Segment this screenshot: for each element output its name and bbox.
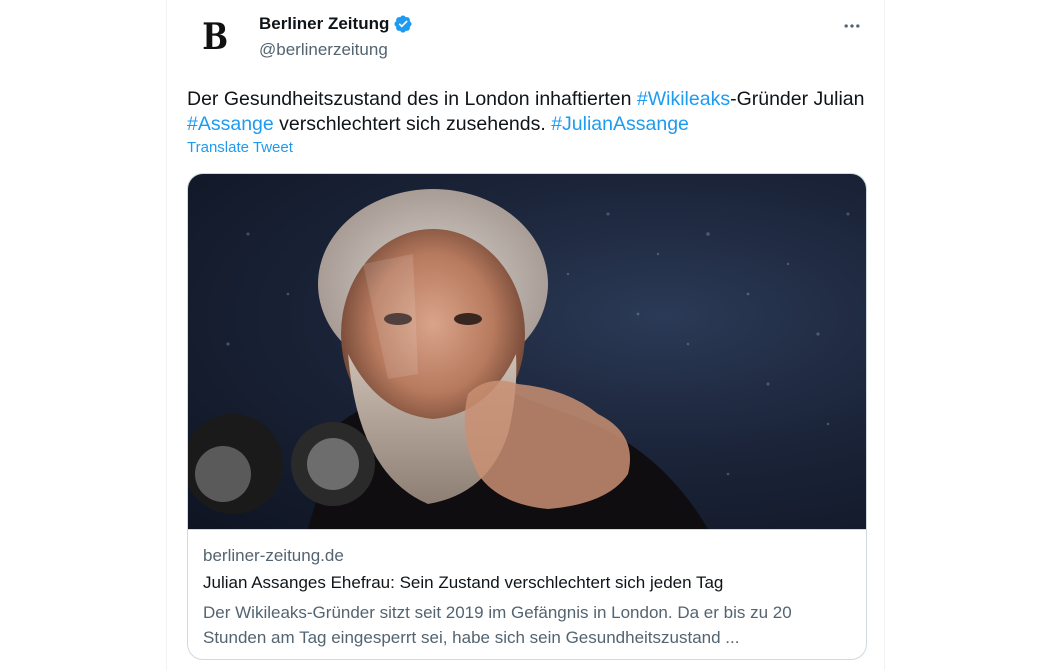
author-name-row: Berliner Zeitung	[259, 14, 413, 34]
card-description: Der Wikileaks-Gründer sitzt seit 2019 im…	[203, 603, 792, 647]
author-handle[interactable]: @berlinerzeitung	[259, 40, 388, 60]
avatar[interactable]: B	[189, 11, 241, 63]
card-photo	[188, 189, 850, 529]
author-name[interactable]: Berliner Zeitung	[259, 14, 389, 34]
card-domain: berliner-zeitung.de	[203, 546, 344, 565]
link-card[interactable]: berliner-zeitung.de Julian Assanges Ehef…	[187, 173, 867, 660]
tweet-container: B Berliner Zeitung @berlinerzeitung Der …	[166, 0, 885, 670]
tweet-text-segment: Der Gesundheitszustand des in London inh…	[187, 88, 637, 110]
hashtag-assange[interactable]: #Assange	[187, 113, 274, 135]
hashtag-wikileaks[interactable]: #Wikileaks	[637, 88, 730, 110]
translate-tweet-link[interactable]: Translate Tweet	[187, 139, 293, 156]
card-title: Julian Assanges Ehefrau: Sein Zustand ve…	[203, 573, 724, 592]
card-footer[interactable]: berliner-zeitung.de Julian Assanges Ehef…	[188, 529, 866, 659]
more-options-button[interactable]	[840, 14, 864, 38]
tweet-text-segment: -Gründer Julian	[730, 88, 865, 110]
tweet-text-segment: verschlechtert sich zusehends.	[273, 113, 552, 135]
avatar-logo: B	[202, 16, 228, 58]
more-options-icon	[844, 24, 860, 28]
tweet-text: Der Gesundheitszustand des in London inh…	[187, 87, 877, 137]
verified-badge-icon	[394, 15, 412, 33]
card-image[interactable]	[188, 174, 866, 529]
hashtag-julianassange[interactable]: #JulianAssange	[551, 113, 689, 135]
